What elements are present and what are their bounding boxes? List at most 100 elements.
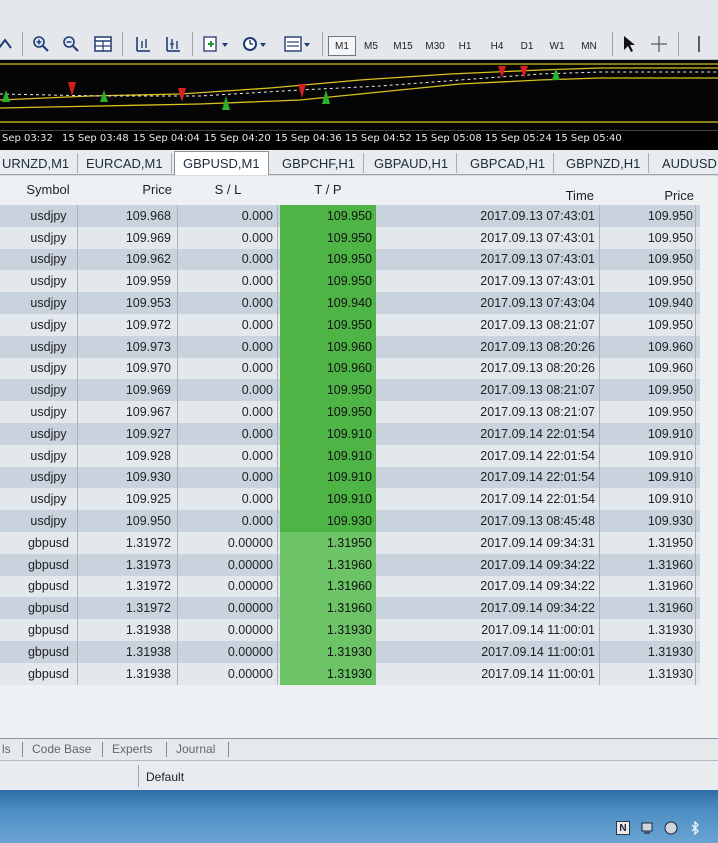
cell-time: 2017.09.13 08:21:07: [380, 314, 600, 336]
cell-close-price: 109.960: [600, 357, 696, 380]
table-row[interactable]: gbpusd 1.31938 0.00000 1.31930 2017.09.14 11…: [0, 619, 700, 641]
cell-price: 1.31972: [78, 532, 178, 554]
cell-time: 2017.09.14 22:01:54: [380, 488, 600, 511]
vertical-line-button[interactable]: [686, 32, 712, 56]
cell-price: 109.928: [78, 444, 178, 467]
table-row[interactable]: usdjpy 109.925 0.000 109.910 2017.09.14 22:0…: [0, 488, 700, 511]
crosshair-button[interactable]: [646, 32, 672, 56]
table-row[interactable]: usdjpy 109.962 0.000 109.950 2017.09.13 07:4…: [0, 248, 700, 271]
cell-symbol: usdjpy: [0, 466, 78, 489]
table-row[interactable]: usdjpy 109.950 0.000 109.930 2017.09.13 08:4…: [0, 510, 700, 532]
chart-tab-urnzd-m1[interactable]: URNZD,M1: [0, 153, 79, 173]
cell-stop-loss: 0.000: [178, 248, 278, 271]
templates-button[interactable]: [280, 32, 316, 56]
table-row[interactable]: gbpusd 1.31938 0.00000 1.31930 2017.09.14 11…: [0, 641, 700, 663]
table-row[interactable]: usdjpy 109.953 0.000 109.940 2017.09.13 07:4…: [0, 292, 700, 314]
zoom-out-button[interactable]: [58, 32, 84, 56]
cell-time: 2017.09.14 09:34:31: [380, 532, 600, 554]
action-center-icon[interactable]: [640, 821, 654, 835]
cell-time: 2017.09.13 08:21:07: [380, 401, 600, 423]
tile-windows-icon: [94, 36, 112, 52]
tile-windows-button[interactable]: [90, 32, 116, 56]
table-row[interactable]: usdjpy 109.969 0.000 109.950 2017.09.13 07:4…: [0, 226, 700, 249]
table-row[interactable]: usdjpy 109.970 0.000 109.960 2017.09.13 08:2…: [0, 357, 700, 380]
header-tp[interactable]: T / P: [280, 176, 376, 202]
clock-icon: [243, 37, 266, 51]
timeframe-m1-button[interactable]: M1: [328, 36, 356, 56]
scroll-icon[interactable]: [0, 32, 18, 56]
cell-price: 109.972: [78, 314, 178, 336]
timeframe-h1-button[interactable]: H1: [452, 36, 478, 56]
timeframe-m15-button[interactable]: M15: [388, 36, 418, 56]
cell-price: 109.962: [78, 248, 178, 271]
indicators-button[interactable]: [198, 32, 234, 56]
time-axis-label: 15 Sep 05:40: [555, 133, 622, 144]
table-row[interactable]: usdjpy 109.967 0.000 109.950 2017.09.13 08:2…: [0, 401, 700, 423]
cell-close-price: 109.950: [600, 226, 696, 249]
cell-stop-loss: 0.00000: [178, 532, 278, 554]
cell-close-price: 109.950: [600, 379, 696, 402]
cell-symbol: usdjpy: [0, 248, 78, 271]
cell-close-price: 109.910: [600, 466, 696, 489]
cell-close-price: 109.950: [600, 314, 696, 336]
table-row[interactable]: gbpusd 1.31938 0.00000 1.31930 2017.09.14 11…: [0, 662, 700, 685]
header-sl[interactable]: S / L: [178, 176, 278, 202]
price-chart[interactable]: [0, 60, 718, 130]
terminal-tab[interactable]: ls: [2, 742, 11, 756]
buy-arrows: [2, 68, 560, 110]
chart-shift-button[interactable]: [130, 32, 156, 56]
cell-symbol: usdjpy: [0, 401, 78, 423]
table-row[interactable]: usdjpy 109.959 0.000 109.950 2017.09.13 07:4…: [0, 270, 700, 293]
chart-tab-gbpchf-h1[interactable]: GBPCHF,H1: [274, 153, 364, 173]
table-row[interactable]: gbpusd 1.31972 0.00000 1.31950 2017.09.14 09…: [0, 532, 700, 554]
tab-separator: [102, 742, 103, 757]
chart-tab-gbpcad-h1[interactable]: GBPCAD,H1: [462, 153, 555, 173]
keyboard-layout-icon[interactable]: N: [616, 821, 630, 835]
timeframe-w1-button[interactable]: W1: [544, 36, 570, 56]
cell-symbol: usdjpy: [0, 488, 78, 511]
cell-time: 2017.09.14 11:00:01: [380, 619, 600, 641]
timeframe-m5-button[interactable]: M5: [358, 36, 384, 56]
terminal-tab-journal[interactable]: Journal: [176, 742, 215, 756]
profile-name: Default: [146, 770, 185, 784]
table-row[interactable]: usdjpy 109.968 0.000 109.950 2017.09.13 07:4…: [0, 205, 700, 227]
cell-stop-loss: 0.000: [178, 314, 278, 336]
autoscroll-button[interactable]: [160, 32, 186, 56]
table-row[interactable]: usdjpy 109.972 0.000 109.950 2017.09.13 08:2…: [0, 314, 700, 336]
cell-time: 2017.09.14 22:01:54: [380, 423, 600, 445]
timeframe-d1-button[interactable]: D1: [514, 36, 540, 56]
table-row[interactable]: usdjpy 109.927 0.000 109.910 2017.09.14 22:0…: [0, 423, 700, 445]
time-axis-label: Sep 03:32: [2, 133, 53, 144]
table-row[interactable]: usdjpy 109.973 0.000 109.960 2017.09.13 08:2…: [0, 335, 700, 358]
bluetooth-icon[interactable]: [688, 821, 702, 835]
cursor-button[interactable]: [616, 32, 642, 56]
header-price[interactable]: Price: [78, 176, 178, 202]
terminal-tab-code-base[interactable]: Code Base: [32, 742, 91, 756]
chart-tab-gbpusd-m1[interactable]: GBPUSD,M1: [174, 151, 269, 175]
timeframe-h4-button[interactable]: H4: [484, 36, 510, 56]
header-symbol[interactable]: Symbol: [0, 176, 78, 202]
table-row[interactable]: usdjpy 109.930 0.000 109.910 2017.09.14 22:0…: [0, 466, 700, 489]
table-row[interactable]: usdjpy 109.928 0.000 109.910 2017.09.14 22:0…: [0, 444, 700, 467]
chart-tab-gbpnzd-h1[interactable]: GBPNZD,H1: [558, 153, 650, 173]
network-icon[interactable]: [664, 821, 678, 835]
chart-tab-audusd[interactable]: AUDUSD,: [654, 153, 718, 173]
cell-stop-loss: 0.000: [178, 466, 278, 489]
cell-take-profit: 109.910: [280, 466, 376, 489]
cell-symbol: gbpusd: [0, 641, 78, 663]
chart-shift-icon: [136, 37, 150, 52]
terminal-tab-experts[interactable]: Experts: [112, 742, 153, 756]
periods-button[interactable]: [238, 32, 274, 56]
table-row[interactable]: gbpusd 1.31972 0.00000 1.31960 2017.09.14 09…: [0, 575, 700, 598]
zoom-in-button[interactable]: [28, 32, 54, 56]
cell-take-profit: 109.960: [280, 357, 376, 380]
table-row[interactable]: usdjpy 109.969 0.000 109.950 2017.09.13 08:2…: [0, 379, 700, 402]
chart-tab-eurcad-m1[interactable]: EURCAD,M1: [78, 153, 172, 173]
chart-tab-gbpaud-h1[interactable]: GBPAUD,H1: [366, 153, 458, 173]
timeframe-mn-button[interactable]: MN: [574, 36, 604, 56]
timeframe-m30-button[interactable]: M30: [420, 36, 450, 56]
table-row[interactable]: gbpusd 1.31973 0.00000 1.31960 2017.09.14 09…: [0, 553, 700, 576]
table-row[interactable]: gbpusd 1.31972 0.00000 1.31960 2017.09.14 09…: [0, 597, 700, 620]
cell-stop-loss: 0.000: [178, 226, 278, 249]
status-separator: [138, 765, 139, 787]
